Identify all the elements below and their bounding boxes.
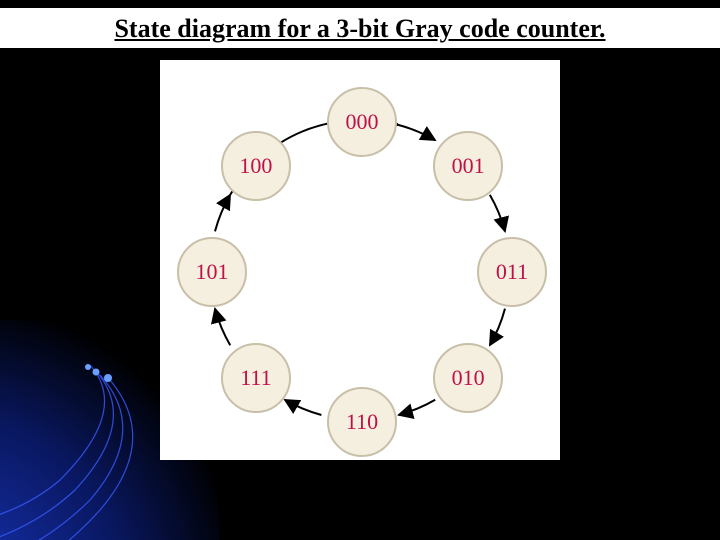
transition-arrow bbox=[490, 195, 505, 232]
state-node-000: 000 bbox=[327, 87, 397, 157]
state-node-010: 010 bbox=[433, 343, 503, 413]
state-label: 001 bbox=[452, 153, 485, 179]
transition-arrow bbox=[215, 309, 230, 346]
state-node-101: 101 bbox=[177, 237, 247, 307]
transition-arrow bbox=[285, 400, 322, 415]
state-node-111: 111 bbox=[221, 343, 291, 413]
state-label: 110 bbox=[346, 409, 378, 435]
state-label: 011 bbox=[496, 259, 528, 285]
transition-arrow bbox=[490, 309, 505, 346]
page-title: State diagram for a 3-bit Gray code coun… bbox=[0, 8, 720, 48]
state-label: 111 bbox=[240, 365, 271, 391]
transition-arrow bbox=[399, 125, 436, 140]
state-node-011: 011 bbox=[477, 237, 547, 307]
transition-arrow bbox=[215, 195, 230, 232]
transition-arrow bbox=[399, 400, 436, 415]
state-diagram: 000 001 011 010 110 111 101 100 bbox=[160, 60, 560, 460]
state-label: 010 bbox=[452, 365, 485, 391]
state-node-100: 100 bbox=[221, 131, 291, 201]
state-node-001: 001 bbox=[433, 131, 503, 201]
state-label: 101 bbox=[196, 259, 229, 285]
state-label: 100 bbox=[239, 153, 272, 179]
state-label: 000 bbox=[346, 109, 379, 135]
state-node-110: 110 bbox=[327, 387, 397, 457]
